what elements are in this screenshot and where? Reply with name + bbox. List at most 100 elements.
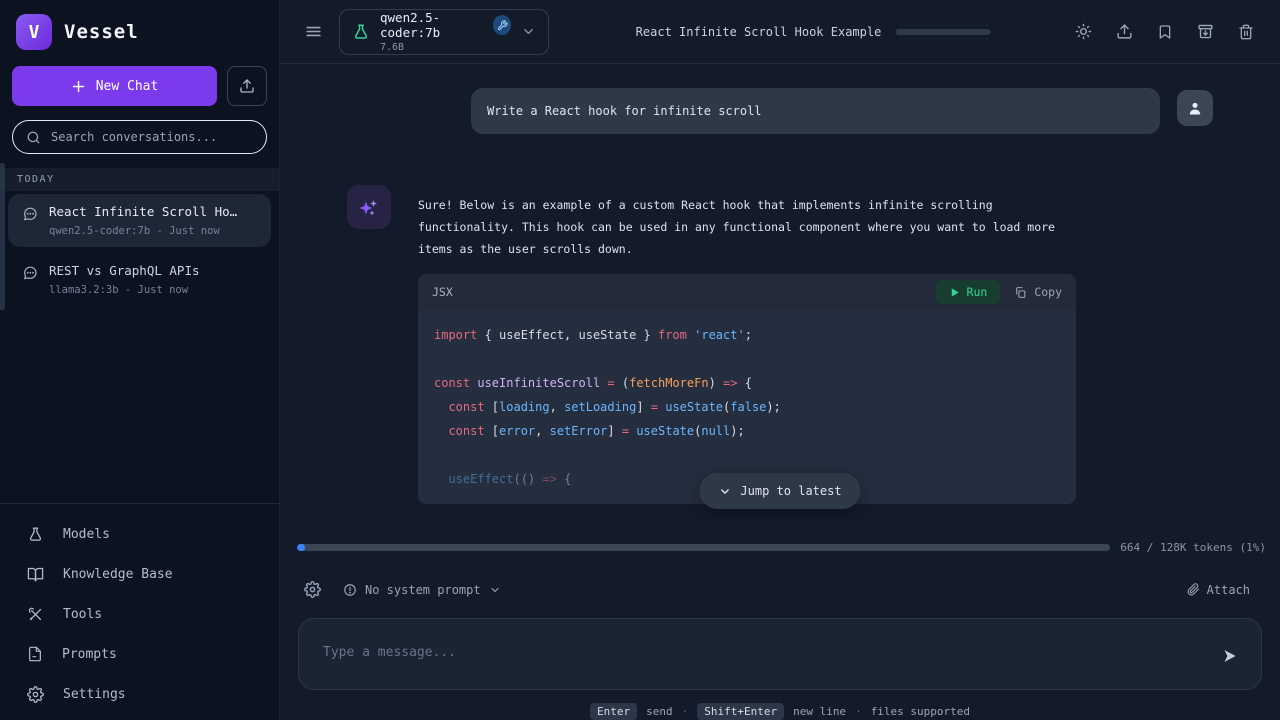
attach-file-button[interactable]: Attach [1187,583,1250,597]
book-icon [27,566,44,583]
sidebar-item-label: Models [63,527,110,542]
system-prompt-selector[interactable]: No system prompt [343,583,501,597]
sidebar-toggle-button[interactable] [304,22,323,41]
logo-letter: V [29,22,40,43]
chat-bubble-icon [22,265,38,281]
info-icon [343,583,357,597]
chat-title: React Infinite Scroll Hook Example [636,25,882,39]
composer: 664 / 128K tokens (1%) No system prompt … [280,525,1280,720]
sidebar-scrollbar[interactable] [0,163,5,310]
chat-bubble-icon [22,206,38,222]
token-usage-label: 664 / 128K tokens (1%) [1120,541,1266,554]
flask-icon [27,526,44,543]
code-line: import { useEffect, useState } from 'rea… [434,323,1060,347]
archive-chat-button[interactable] [1197,23,1214,40]
sun-icon [1075,23,1092,40]
attach-label: Attach [1207,583,1250,597]
paperclip-icon [1187,583,1200,596]
chevron-down-icon [718,485,731,498]
sidebar: V Vessel New Chat TODAY React Infinite S… [0,0,280,720]
chevron-down-icon [521,24,536,39]
conversation-section-label: TODAY [0,168,279,191]
conversation-title: React Infinite Scroll Hook Example [49,204,244,219]
conversation-item[interactable]: REST vs GraphQL APIsllama3.2:3b - Just n… [8,253,271,306]
sidebar-item-tools[interactable]: Tools [0,594,279,634]
sidebar-item-knowledge-base[interactable]: Knowledge Base [0,554,279,594]
sparkles-icon [357,195,381,219]
enter-key-hint: Enter [590,703,637,720]
user-message-row: Write a React hook for infinite scroll [347,88,1213,134]
topbar: qwen2.5-coder:7b 7.6B React Infinite Scr… [280,0,1280,64]
sidebar-item-models[interactable]: Models [0,514,279,554]
newline-hint: new line [793,705,846,718]
token-usage-row: 664 / 128K tokens (1%) [280,525,1280,554]
search-input[interactable] [51,130,253,144]
search-conversations[interactable] [12,120,267,154]
play-icon [949,287,960,298]
model-selector[interactable]: qwen2.5-coder:7b 7.6B [339,9,549,55]
user-avatar [1177,90,1213,126]
app-logo: V [16,14,52,50]
jump-to-latest-button[interactable]: Jump to latest [699,473,860,509]
conversation-list: React Infinite Scroll Hook Example qwen2.… [0,191,279,315]
new-chat-label: New Chat [96,79,159,94]
trash-icon [1238,24,1254,40]
conversation-item[interactable]: React Infinite Scroll Hook Example qwen2.… [8,194,271,247]
share-chat-button[interactable] [1116,23,1133,40]
tools-icon [27,606,44,623]
sidebar-item-label: Settings [63,687,126,702]
conversation-meta: llama3.2:3b - Just now [49,284,200,296]
message-input[interactable] [299,619,1261,689]
code-line: const [loading, setLoading] = useState(f… [434,395,1060,419]
document-icon [27,646,43,662]
theme-toggle-button[interactable] [1075,23,1092,40]
composer-hints: Enter send · Shift+Enter new line · file… [280,703,1280,720]
assistant-message-row: Sure! Below is an example of a custom Re… [347,185,1213,504]
model-size: 7.6B [380,42,511,53]
search-icon [26,130,41,145]
plus-icon [71,79,86,94]
assistant-message: Sure! Below is an example of a custom Re… [418,194,1076,260]
copy-code-button[interactable]: Copy [1014,285,1062,299]
export-chats-button[interactable] [227,66,267,106]
brand: V Vessel [0,0,279,62]
gear-icon [27,686,44,703]
sidebar-item-label: Prompts [62,647,117,662]
copy-icon [1014,286,1027,299]
user-message: Write a React hook for infinite scroll [471,88,1160,134]
bookmark-chat-button[interactable] [1157,24,1173,40]
delete-chat-button[interactable] [1238,24,1254,40]
send-hint: send [646,705,673,718]
code-block-header: JSX Run Copy [418,274,1076,310]
flask-icon [352,23,370,41]
new-chat-button[interactable]: New Chat [12,66,217,106]
upload-icon [239,78,255,94]
chevron-down-icon [489,584,501,596]
code-language-label: JSX [432,285,453,299]
assistant-avatar [347,185,391,229]
code-line: const [error, setError] = useState(null)… [434,419,1060,443]
chat-scroll-area[interactable]: Write a React hook for infinite scroll S… [280,64,1280,525]
chat-settings-button[interactable] [304,581,321,598]
send-button[interactable] [1221,647,1239,665]
title-progress-bar [895,29,990,35]
bookmark-icon [1157,24,1173,40]
token-usage-fill [297,544,305,551]
share-icon [1116,23,1133,40]
model-name: qwen2.5-coder:7b [380,10,486,40]
code-block: JSX Run Copy [418,274,1076,504]
app-name: Vessel [64,21,139,43]
sidebar-item-settings[interactable]: Settings [0,674,279,714]
run-code-button[interactable]: Run [936,280,1001,304]
code-line: const useInfiniteScroll = (fetchMoreFn) … [434,371,1060,395]
main-area: qwen2.5-coder:7b 7.6B React Infinite Scr… [280,0,1280,720]
send-icon [1221,647,1239,665]
files-supported-hint: files supported [871,705,970,718]
sidebar-item-prompts[interactable]: Prompts [0,634,279,674]
sidebar-item-label: Tools [63,607,102,622]
sidebar-item-label: Knowledge Base [63,567,173,582]
conversation-meta: qwen2.5-coder:7b - Just now [49,225,244,237]
shift-enter-key-hint: Shift+Enter [697,703,784,720]
wrench-icon [497,20,508,31]
sidebar-footer-nav: Models Knowledge Base Tools Prompts Settings [0,503,279,720]
